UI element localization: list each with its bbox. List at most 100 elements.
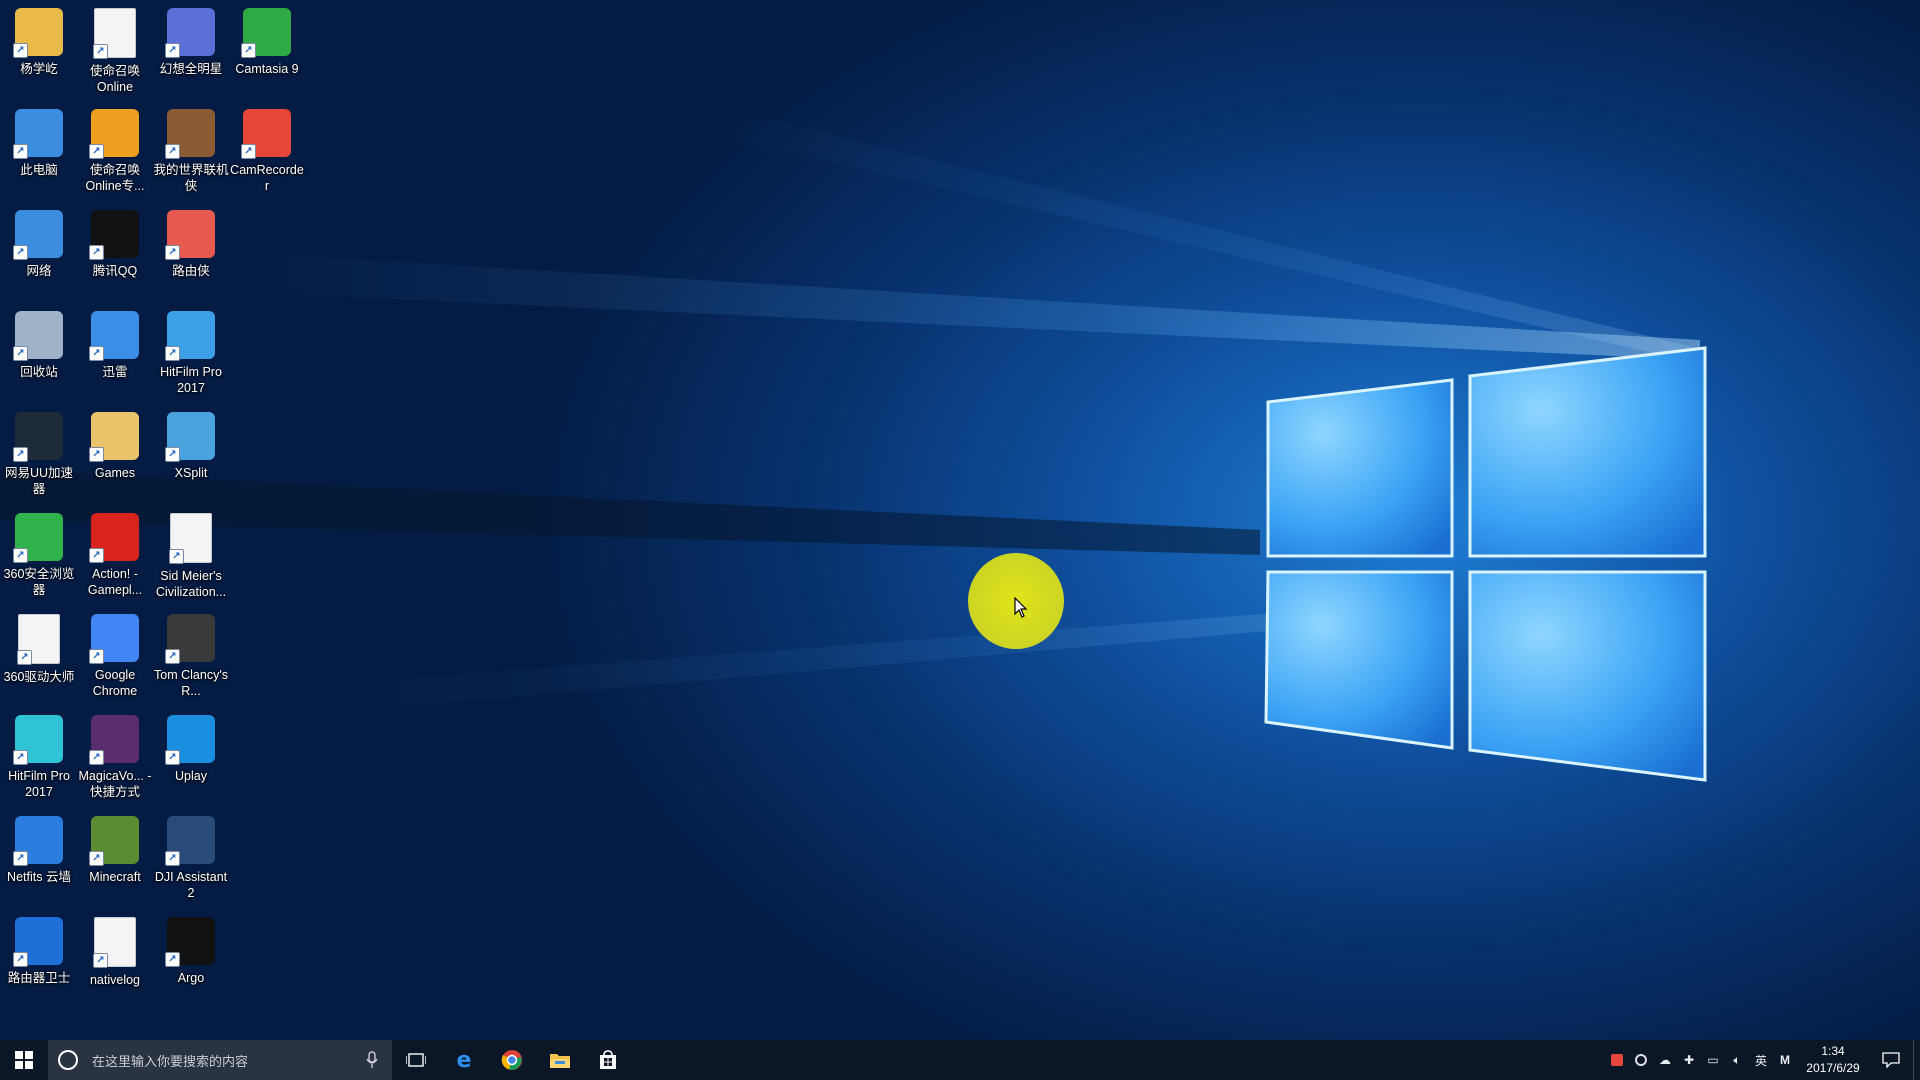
cortana-icon [58, 1050, 78, 1070]
desktop-icon[interactable]: ↗ DJI Assistant 2 [153, 810, 229, 910]
shortcut-arrow-icon: ↗ [13, 447, 28, 462]
desktop-icon[interactable]: ↗ HitFilm Pro 2017 [153, 305, 229, 405]
notification-icon [1882, 1052, 1900, 1068]
desktop-icon[interactable]: ↗ Google Chrome [77, 608, 153, 708]
house-icon: ↗ [165, 109, 215, 159]
mouse-pointer-icon [1014, 597, 1028, 618]
windows-logo [1264, 346, 1707, 782]
shortcut-arrow-icon: ↗ [89, 649, 104, 664]
desktop-icon[interactable]: ↗ 回收站 [1, 305, 77, 405]
desktop-icon-label: Tom Clancy's R... [154, 668, 228, 698]
taskbar-chrome[interactable] [488, 1040, 536, 1080]
tray-steam-icon[interactable] [1629, 1040, 1653, 1080]
windows-start-icon [15, 1051, 33, 1069]
desktop-icon[interactable]: ↗ Camtasia 9 [229, 2, 305, 102]
desktop-icon[interactable]: ↗ Netfits 云墙 [1, 810, 77, 910]
desktop-icon[interactable]: ↗ MagicaVo... - 快捷方式 [77, 709, 153, 809]
desktop-icon[interactable]: ↗ 此电脑 [1, 103, 77, 203]
desktop-icon[interactable]: ↗ 杨学屹 [1, 2, 77, 102]
desktop-icon-label: 使命召唤Online专... [85, 163, 145, 193]
clock-date: 2017/6/29 [1806, 1061, 1860, 1075]
tray-language[interactable]: 英 [1749, 1040, 1773, 1080]
desktop-icon[interactable]: ↗ Argo [153, 911, 229, 1011]
desktop-icon-label: Uplay [175, 769, 207, 783]
desktop-icon-label: 我的世界联机侠 [153, 163, 229, 193]
desktop-icon-label: 回收站 [20, 365, 58, 379]
desktop-icon[interactable]: ↗ 360安全浏览器 [1, 507, 77, 607]
desktop-icon[interactable]: ↗ Uplay [153, 709, 229, 809]
desktop-icon[interactable]: ↗ 网易UU加速器 [1, 406, 77, 506]
shortcut-arrow-icon: ↗ [165, 346, 180, 361]
desktop-icon-label: 网易UU加速器 [4, 466, 74, 496]
shortcut-arrow-icon: ↗ [89, 245, 104, 260]
browser-icon: ↗ [13, 513, 63, 563]
shortcut-arrow-icon: ↗ [89, 447, 104, 462]
desktop-icon-label: 360安全浏览器 [3, 567, 75, 597]
taskbar-store[interactable] [584, 1040, 632, 1080]
shortcut-arrow-icon: ↗ [241, 43, 256, 58]
desktop-icon[interactable]: ↗ HitFilm Pro 2017 [1, 709, 77, 809]
taskbar-file-explorer[interactable] [536, 1040, 584, 1080]
taskbar-edge[interactable]: e [440, 1040, 488, 1080]
desktop-icon[interactable]: ↗ CamRecorder [229, 103, 305, 203]
shortcut-arrow-icon: ↗ [93, 953, 108, 968]
desktop-icon-label: DJI Assistant 2 [154, 870, 228, 900]
tray-network-icon[interactable]: ▭ [1701, 1040, 1725, 1080]
game-icon: ↗ [165, 614, 215, 664]
desktop-icon[interactable]: ↗ Tom Clancy's R... [153, 608, 229, 708]
shortcut-arrow-icon: ↗ [165, 447, 180, 462]
desktop-icon[interactable]: ↗ XSplit [153, 406, 229, 506]
dji-icon: ↗ [165, 816, 215, 866]
desktop-icon[interactable]: ↗ Sid Meier's Civilization... [153, 507, 229, 607]
desktop-icon[interactable]: ↗ Minecraft [77, 810, 153, 910]
action-center-button[interactable] [1869, 1040, 1913, 1080]
show-desktop-button[interactable] [1913, 1040, 1920, 1080]
desktop-icon[interactable]: ↗ Games [77, 406, 153, 506]
shortcut-arrow-icon: ↗ [89, 548, 104, 563]
shortcut-arrow-icon: ↗ [165, 649, 180, 664]
thunder-icon: ↗ [89, 311, 139, 361]
desktop-icon-label: MagicaVo... - 快捷方式 [78, 769, 152, 799]
task-view-button[interactable] [392, 1040, 440, 1080]
tray-camrecorder-icon[interactable] [1605, 1040, 1629, 1080]
clock-time: 1:34 [1821, 1044, 1845, 1058]
desktop-icon[interactable]: ↗ 使命召唤Online [77, 2, 153, 102]
tray-shield-icon[interactable]: ✚ [1677, 1040, 1701, 1080]
shortcut-arrow-icon: ↗ [13, 43, 28, 58]
search-box[interactable]: 在这里输入你要搜索的内容 [48, 1040, 392, 1080]
shortcut-arrow-icon: ↗ [165, 851, 180, 866]
game-icon: ↗ [89, 109, 139, 159]
desktop-icon[interactable]: ↗ 腾讯QQ [77, 204, 153, 304]
tray-ime[interactable]: M [1773, 1040, 1797, 1080]
svg-text:e: e [457, 1049, 472, 1071]
taskbar: 在这里输入你要搜索的内容 e ☁ ✚ ▭ 🔈︎ 英 M 1:34 2017/6/… [0, 1040, 1920, 1080]
desktop-icon[interactable]: ↗ 路由器卫士 [1, 911, 77, 1011]
camtasia-icon: ↗ [241, 8, 291, 58]
desktop-icon[interactable]: ↗ 网络 [1, 204, 77, 304]
desktop-icon[interactable]: ↗ 我的世界联机侠 [153, 103, 229, 203]
desktop-icon-label: CamRecorder [230, 163, 304, 193]
desktop-icon-label: 网络 [26, 264, 52, 278]
shortcut-arrow-icon: ↗ [89, 144, 104, 159]
shortcut-arrow-icon: ↗ [89, 750, 104, 765]
desktop-icon[interactable]: ↗ 迅雷 [77, 305, 153, 405]
clock[interactable]: 1:34 2017/6/29 [1797, 1043, 1869, 1077]
start-button[interactable] [0, 1040, 48, 1080]
desktop-icon-label: 360驱动大师 [3, 670, 75, 684]
game-icon: ↗ [165, 8, 215, 58]
router-icon: ↗ [165, 210, 215, 260]
tray-volume-icon[interactable]: 🔈︎ [1725, 1040, 1749, 1080]
task-view-icon [406, 1053, 426, 1067]
shortcut-arrow-icon: ↗ [165, 750, 180, 765]
desktop-icon[interactable]: ↗ 使命召唤Online专... [77, 103, 153, 203]
microphone-icon[interactable] [366, 1051, 378, 1069]
desktop-icon[interactable]: ↗ 幻想全明星 [153, 2, 229, 102]
desktop-icon[interactable]: ↗ 360驱动大师 [1, 608, 77, 708]
tray-cloud-icon[interactable]: ☁ [1653, 1040, 1677, 1080]
desktop-icon[interactable]: ↗ Action! - Gamepl... [77, 507, 153, 607]
uu-icon: ↗ [13, 412, 63, 462]
router-guard-icon: ↗ [13, 917, 63, 967]
folder-icon: ↗ [165, 311, 215, 361]
desktop-icon[interactable]: ↗ nativelog [77, 911, 153, 1011]
desktop-icon[interactable]: ↗ 路由侠 [153, 204, 229, 304]
